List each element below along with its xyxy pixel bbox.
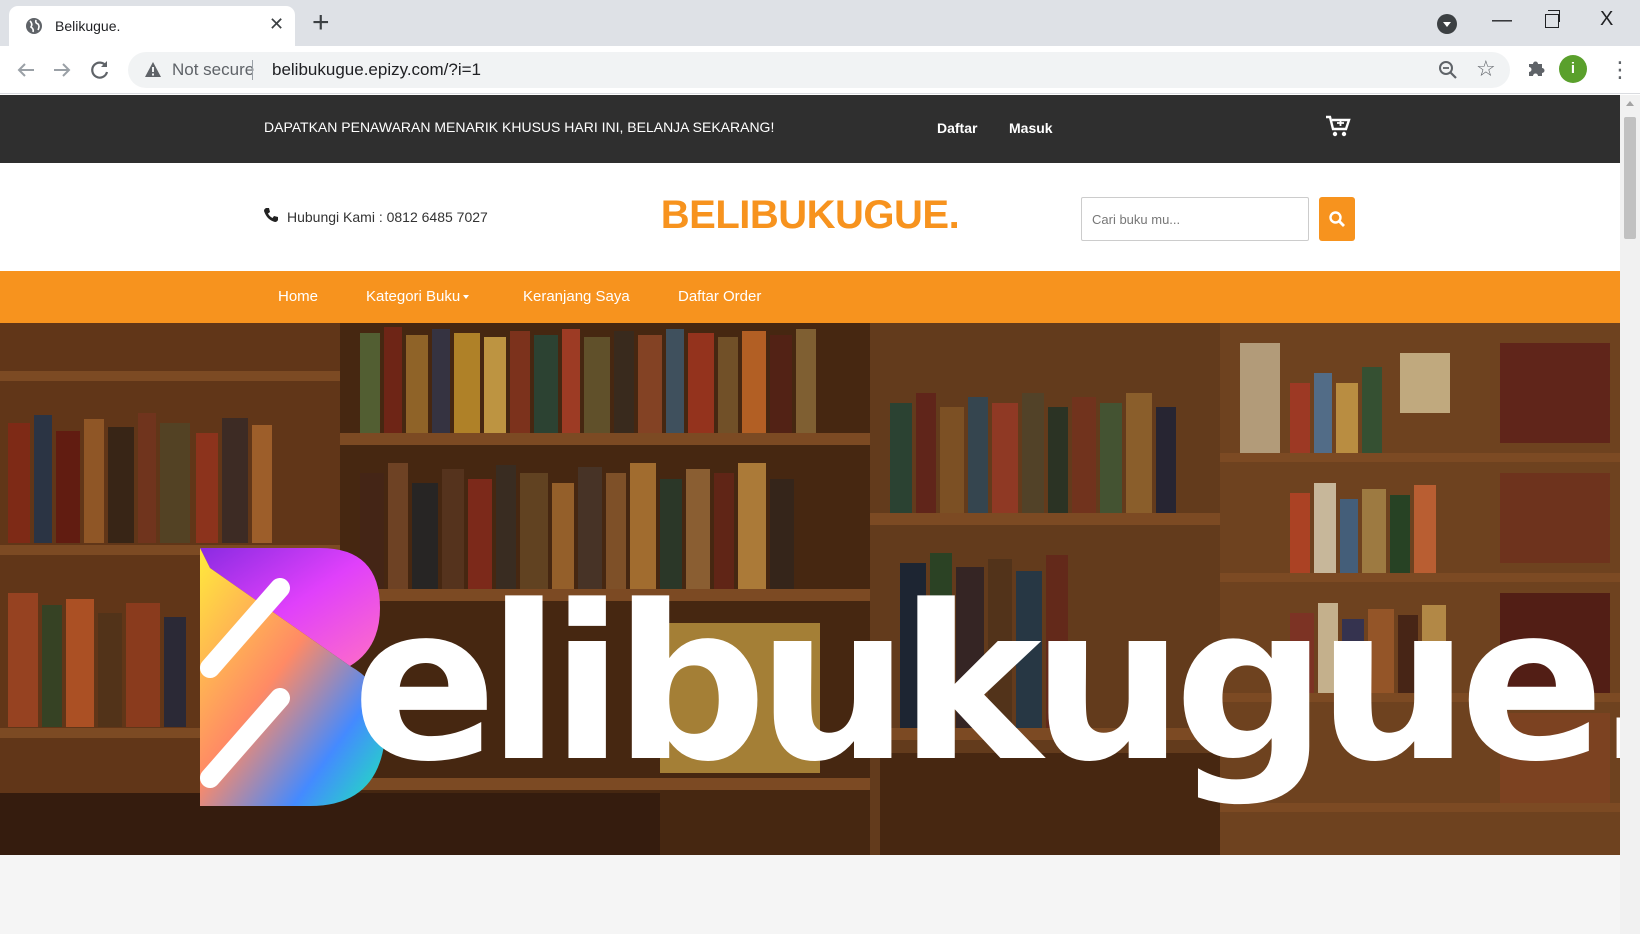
kebab-menu-icon[interactable]: ⋮ <box>1609 56 1631 84</box>
page-viewport: DAPATKAN PENAWARAN MENARIK KHUSUS HARI I… <box>0 95 1620 934</box>
register-link[interactable]: Daftar <box>937 120 977 136</box>
page-scrollbar[interactable] <box>1620 95 1640 934</box>
reload-icon[interactable] <box>86 56 114 84</box>
new-tab-button[interactable]: + <box>312 5 330 41</box>
nav-categories-label: Kategori Buku <box>366 288 461 305</box>
site-header: Hubungi Kami : 0812 6485 7027 BELIBUKUGU… <box>0 163 1620 271</box>
nav-home[interactable]: Home <box>278 288 318 305</box>
cart-icon[interactable] <box>1325 114 1351 138</box>
window-minimize-button[interactable]: — <box>1492 9 1512 32</box>
hero-wordmark: elibukugue. <box>352 560 1620 809</box>
tab-close-icon[interactable]: ✕ <box>269 14 284 35</box>
address-bar[interactable]: Not secure belibukugue.epizy.com/?i=1 ☆ <box>128 52 1510 88</box>
browser-tab-strip: Belikugue. ✕ + — X <box>0 0 1640 46</box>
search-icon <box>1329 211 1345 227</box>
chevron-down-icon <box>463 295 470 300</box>
promo-text: DAPATKAN PENAWARAN MENARIK KHUSUS HARI I… <box>264 119 775 135</box>
url-text[interactable]: belibukugue.epizy.com/?i=1 <box>272 60 481 80</box>
content-area <box>0 855 1620 934</box>
site-brand-logo[interactable]: BELIBUKUGUE. <box>0 193 1620 238</box>
login-link[interactable]: Masuk <box>1009 120 1053 136</box>
warning-triangle-icon[interactable] <box>144 61 162 79</box>
window-restore-button[interactable] <box>1545 10 1560 28</box>
browser-tab-active[interactable]: Belikugue. ✕ <box>9 6 295 46</box>
tab-title: Belikugue. <box>55 18 121 34</box>
nav-categories-dropdown[interactable]: Kategori Buku <box>366 288 470 305</box>
browser-toolbar: Not secure belibukugue.epizy.com/?i=1 ☆ … <box>0 46 1640 94</box>
tab-search-icon[interactable] <box>1437 14 1457 34</box>
profile-avatar[interactable]: i <box>1559 55 1587 83</box>
zoom-icon[interactable] <box>1438 60 1458 80</box>
forward-arrow-icon[interactable] <box>48 56 76 84</box>
puzzle-icon[interactable] <box>1526 58 1546 78</box>
nav-cart[interactable]: Keranjang Saya <box>523 288 630 305</box>
scroll-up-arrow-icon[interactable] <box>1626 101 1634 106</box>
window-close-button[interactable]: X <box>1600 8 1613 31</box>
globe-icon <box>26 18 42 34</box>
security-label[interactable]: Not secure <box>172 60 254 80</box>
search-button[interactable] <box>1319 197 1355 241</box>
omnibox-divider <box>252 60 253 80</box>
main-navigation: Home Kategori Buku Keranjang Saya Daftar… <box>0 271 1620 323</box>
bookmark-star-icon[interactable]: ☆ <box>1476 56 1496 82</box>
nav-orders[interactable]: Daftar Order <box>678 288 761 305</box>
promo-topbar: DAPATKAN PENAWARAN MENARIK KHUSUS HARI I… <box>0 95 1620 163</box>
back-arrow-icon[interactable] <box>12 56 40 84</box>
scrollbar-thumb[interactable] <box>1624 117 1636 239</box>
search-input[interactable] <box>1081 197 1309 241</box>
hero-banner: elibukugue. <box>0 323 1620 855</box>
